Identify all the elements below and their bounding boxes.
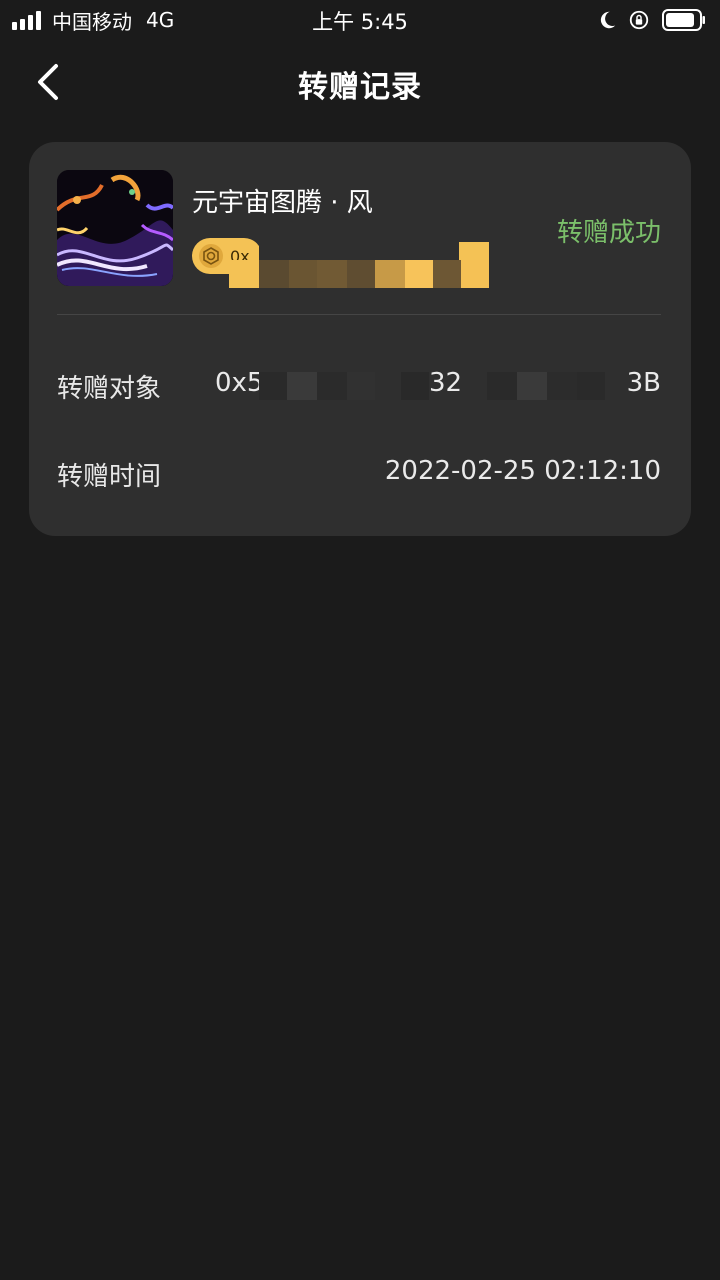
transfer-status: 转赠成功 — [556, 218, 661, 248]
chain-icon — [199, 244, 223, 268]
battery-icon — [662, 9, 705, 31]
recipient-address-prefix: 0x5 — [215, 368, 264, 398]
nav-bar: 转赠记录 — [0, 48, 720, 116]
status-right — [596, 8, 706, 32]
status-bar: 中国移动 4G 上午 5:45 — [0, 0, 720, 40]
owner-address-mosaic — [229, 242, 491, 288]
page-title: 转赠记录 — [298, 70, 422, 105]
recipient-label: 转赠对象 — [57, 374, 162, 404]
recipient-address: 0x5 32 3B — [215, 368, 661, 408]
transfer-time: 2022-02-25 02:12:10 — [384, 456, 661, 486]
divider — [57, 314, 661, 315]
nft-artwork-image — [57, 170, 173, 286]
nft-thumbnail[interactable] — [57, 170, 173, 286]
transfer-record-card[interactable]: 元宇宙图腾 · 风 0x 转赠成功 转赠对象 0x5 32 3B 转赠时间 20… — [29, 142, 691, 536]
nft-name: 元宇宙图腾 · 风 — [192, 188, 373, 218]
moon-icon — [600, 11, 616, 29]
recipient-address-middle: 32 — [429, 368, 463, 398]
recipient-address-suffix: 3B — [626, 368, 661, 398]
rotation-lock-icon — [629, 10, 649, 30]
time-label: 转赠时间 — [57, 462, 162, 492]
recipient-address-mosaic — [259, 372, 287, 400]
